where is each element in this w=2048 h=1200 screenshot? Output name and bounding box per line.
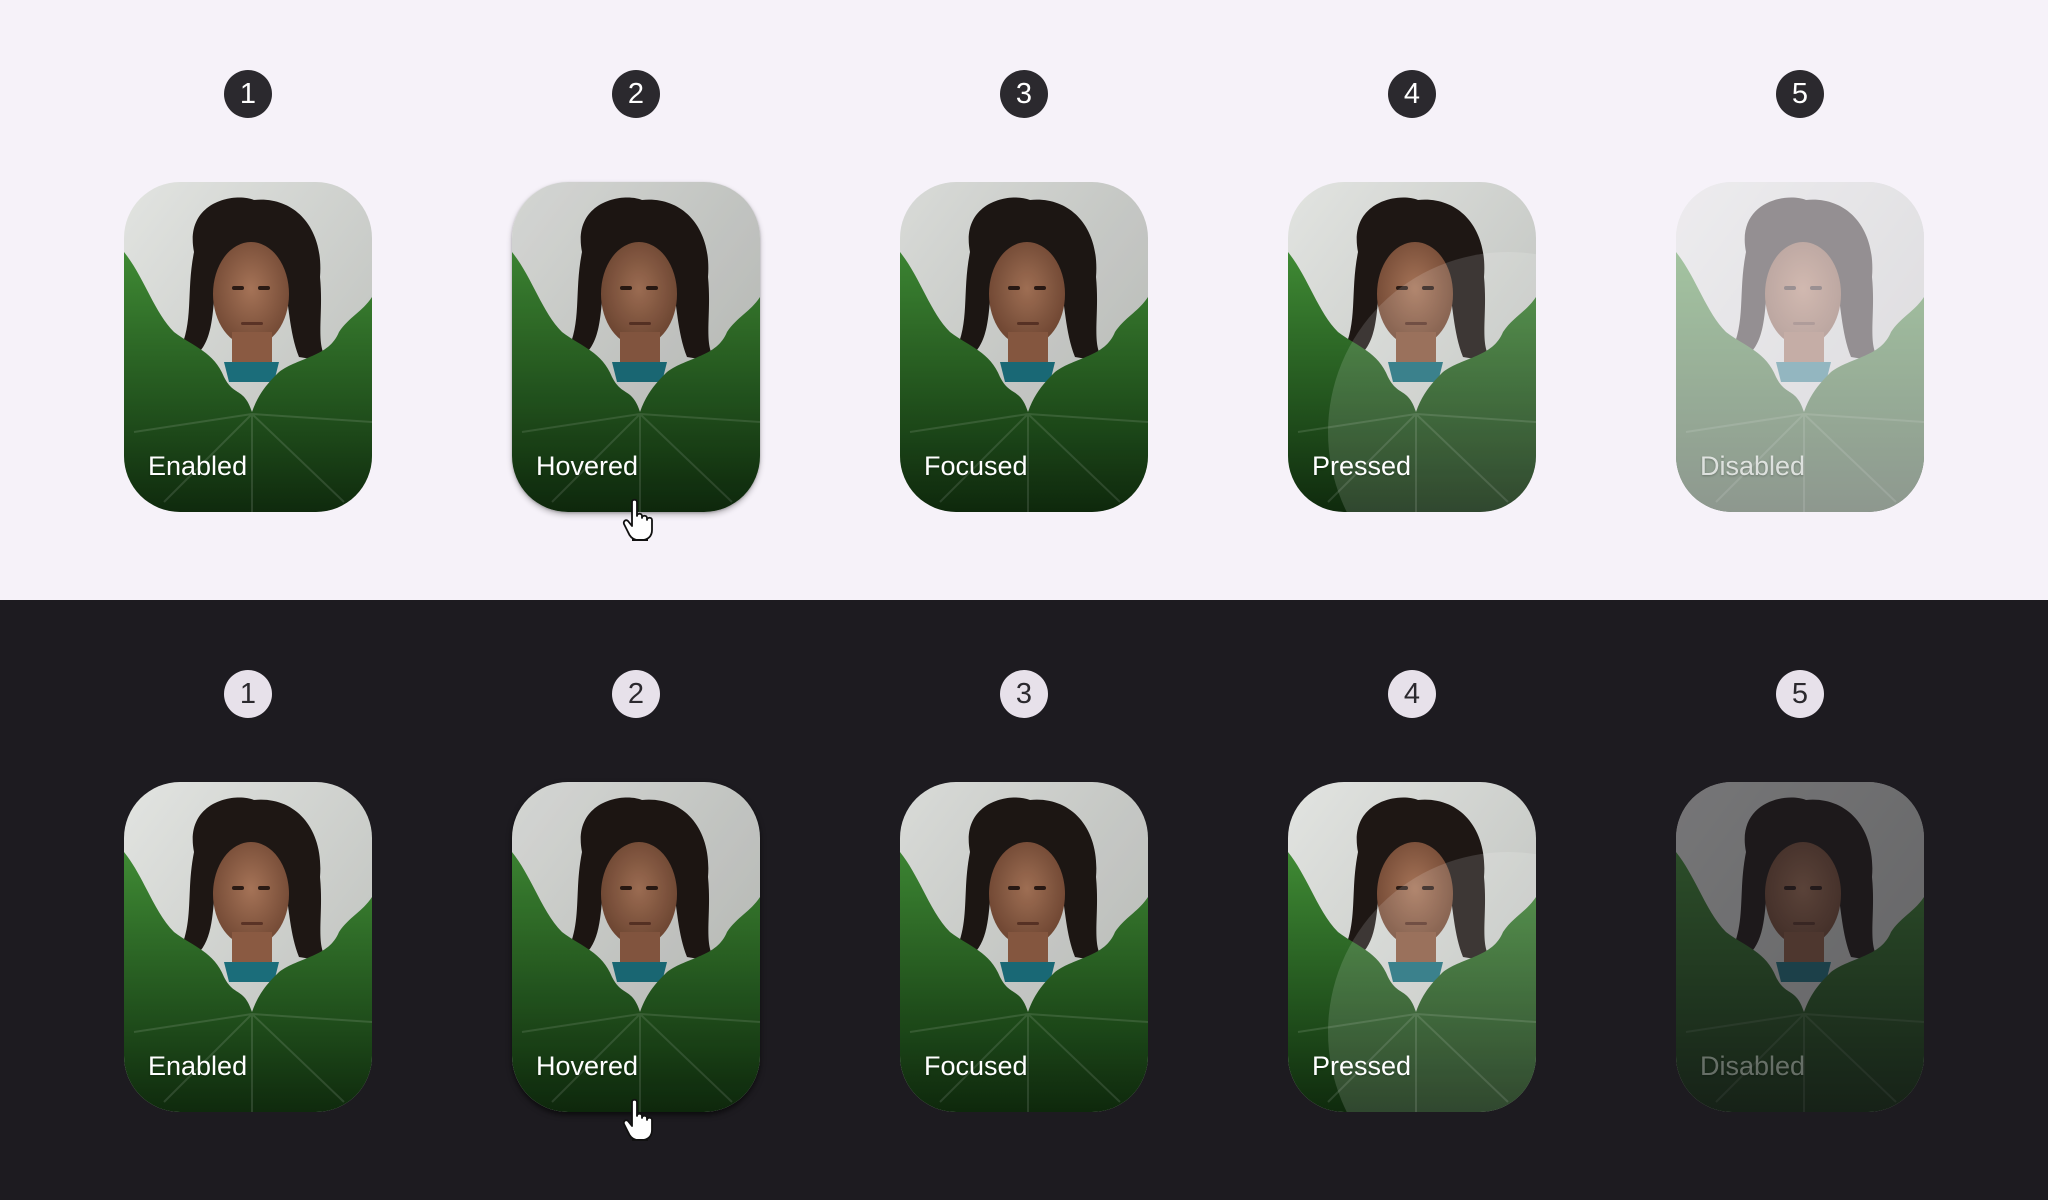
step-number-badge: 4 [1388,70,1436,118]
hand-pointer-icon [622,498,656,542]
step-number-badge: 5 [1776,70,1824,118]
state-column-enabled: 1 Enabled [124,0,372,600]
card-state-label: Enabled [148,451,248,481]
step-number-badge: 2 [612,70,660,118]
step-number-badge: 2 [612,670,660,718]
image-card-focused[interactable]: Focused [900,182,1148,512]
step-number-badge: 1 [224,670,272,718]
card-state-label: Focused [924,1051,1028,1081]
card-state-label: Hovered [536,1051,639,1081]
card-state-label: Pressed [1312,1051,1412,1081]
state-column-pressed: 4 Pressed [1288,0,1536,600]
card-state-label: Disabled [1700,1051,1806,1081]
image-card-focused[interactable]: Focused [900,782,1148,1112]
state-column-hovered: 2 Hovered [512,600,760,1200]
step-number-badge: 4 [1388,670,1436,718]
image-card-disabled: Disabled [1676,182,1924,512]
image-card-pressed[interactable]: Pressed [1288,182,1536,512]
state-column-enabled: 1 Enabled [124,600,372,1200]
card-state-label: Disabled [1700,451,1806,481]
state-column-focused: 3 Focused [900,600,1148,1200]
state-column-disabled: 5 Disabled [1676,600,1924,1200]
step-number-badge: 3 [1000,70,1048,118]
dark-theme-panel: 1 Enabled 2 Hovered 3 Focused 4 Pressed … [0,600,2048,1200]
light-theme-panel: 1 Enabled 2 Hovered 3 Focused 4 Pressed … [0,0,2048,600]
step-number-badge: 5 [1776,670,1824,718]
image-card-enabled[interactable]: Enabled [124,782,372,1112]
image-card-hovered[interactable]: Hovered [512,782,760,1112]
state-column-focused: 3 Focused [900,0,1148,600]
card-state-label: Hovered [536,451,639,481]
image-card-pressed[interactable]: Pressed [1288,782,1536,1112]
state-column-hovered: 2 Hovered [512,0,760,600]
step-number-badge: 1 [224,70,272,118]
image-card-enabled[interactable]: Enabled [124,182,372,512]
image-card-disabled: Disabled [1676,782,1924,1112]
step-number-badge: 3 [1000,670,1048,718]
card-state-label: Pressed [1312,451,1412,481]
card-state-label: Enabled [148,1051,248,1081]
hand-pointer-icon [622,1098,656,1142]
image-card-hovered[interactable]: Hovered [512,182,760,512]
state-column-pressed: 4 Pressed [1288,600,1536,1200]
card-state-label: Focused [924,451,1028,481]
state-column-disabled: 5 Disabled [1676,0,1924,600]
